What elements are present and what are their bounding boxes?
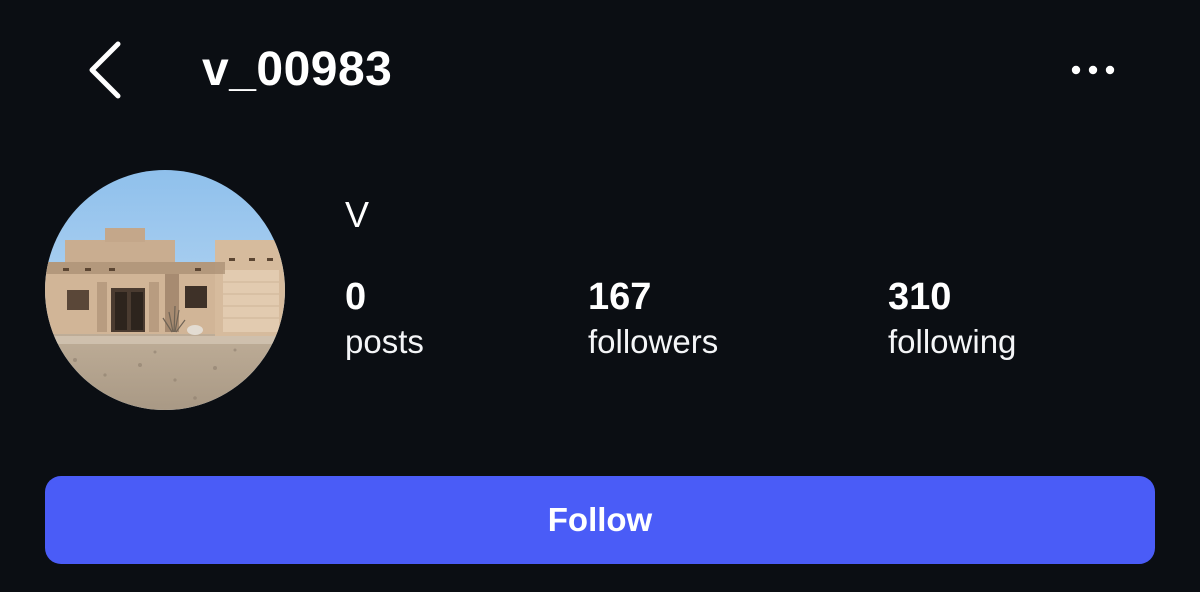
profile-header: v_00983 bbox=[0, 0, 1200, 140]
stat-posts[interactable]: 0 posts bbox=[345, 276, 424, 362]
stat-following-count: 310 bbox=[888, 276, 952, 318]
follow-button[interactable]: Follow bbox=[45, 476, 1155, 564]
profile-username: v_00983 bbox=[202, 43, 393, 96]
stat-followers-count: 167 bbox=[588, 276, 652, 318]
stat-followers-label: followers bbox=[588, 323, 719, 360]
profile-display-name: V bbox=[345, 194, 370, 235]
chevron-left-icon bbox=[89, 41, 121, 99]
avatar[interactable] bbox=[45, 170, 285, 410]
more-horizontal-icon bbox=[1071, 65, 1115, 75]
back-button[interactable] bbox=[82, 40, 128, 100]
more-options-button[interactable] bbox=[1062, 52, 1124, 88]
profile-screen: v_00983 V 0 posts 167 followers 310 foll… bbox=[0, 0, 1200, 592]
avatar-photo bbox=[45, 170, 285, 410]
stat-posts-label: posts bbox=[345, 323, 424, 360]
stat-following-label: following bbox=[888, 323, 1017, 360]
stat-posts-count: 0 bbox=[345, 276, 367, 318]
stat-following[interactable]: 310 following bbox=[888, 276, 1016, 362]
stat-followers[interactable]: 167 followers bbox=[588, 276, 718, 362]
